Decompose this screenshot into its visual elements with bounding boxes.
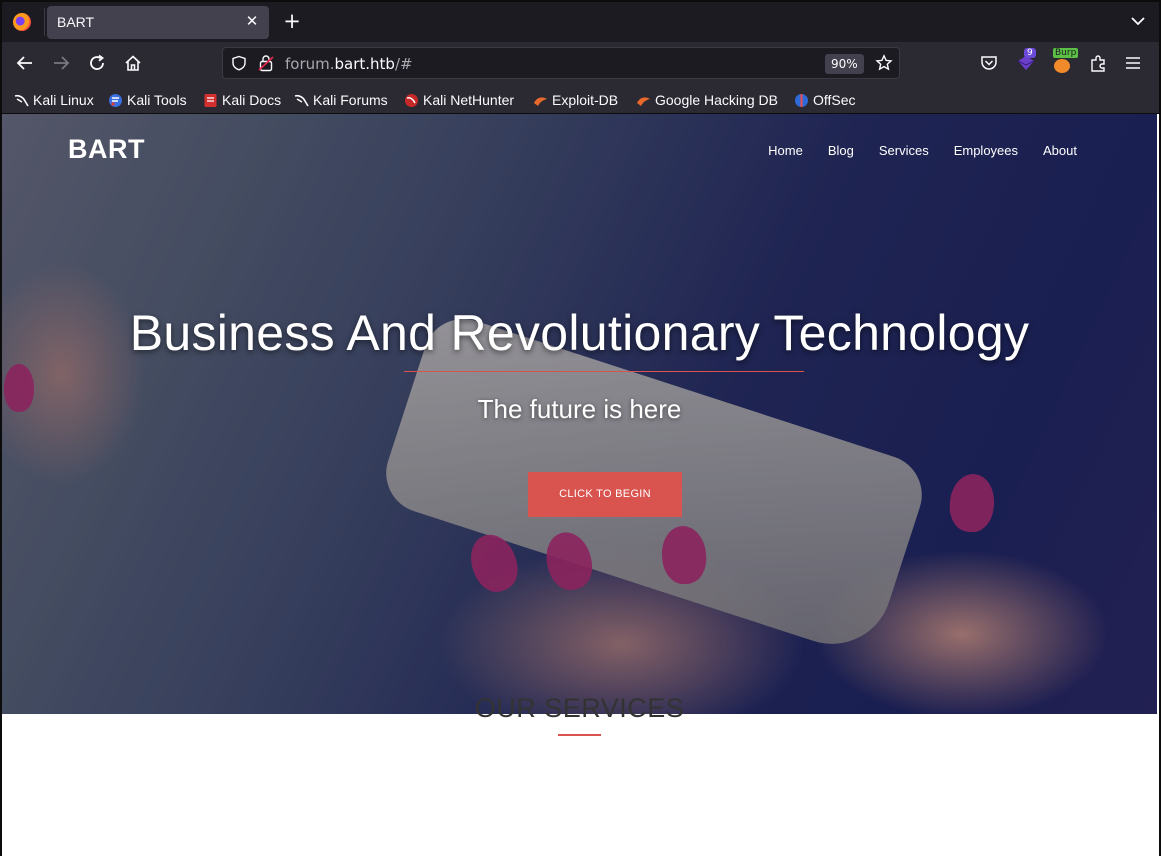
firefox-logo-icon <box>13 13 31 31</box>
browser-window: BART ✕ + forum.bart.htb/# 90% 9 Burp Kal… <box>0 0 1161 856</box>
kali-dragon-icon <box>14 94 29 106</box>
bookmark-kali-forums[interactable]: Kali Forums <box>294 90 388 110</box>
bookmark-exploit-db[interactable]: Exploit-DB <box>533 90 618 110</box>
extensions-puzzle-icon[interactable] <box>1089 54 1107 72</box>
bookmark-label: Kali Linux <box>33 92 94 108</box>
hero-title: Business And Revolutionary Technology <box>129 305 1030 361</box>
hero-subtitle: The future is here <box>477 394 682 424</box>
list-all-tabs-chevron-icon[interactable] <box>1129 12 1147 30</box>
click-to-begin-button[interactable]: CLICK TO BEGIN <box>528 472 682 517</box>
bookmark-label: Kali Tools <box>127 92 187 108</box>
address-bar[interactable]: forum.bart.htb/# 90% <box>222 47 900 79</box>
extension-badge: 9 <box>1024 48 1036 58</box>
bookmarks-toolbar: Kali Linux Kali Tools Kali Docs Kali For… <box>2 84 1159 114</box>
kali-nethunter-icon <box>405 93 418 107</box>
services-heading: OUR SERVICES <box>474 693 685 723</box>
url-domain: bart.htb <box>334 55 395 73</box>
tab-strip: BART ✕ + <box>2 2 1159 42</box>
tab-close-icon[interactable]: ✕ <box>243 12 261 30</box>
bookmark-star-icon[interactable] <box>875 54 893 72</box>
kali-docs-icon <box>204 93 217 107</box>
extension-icon[interactable]: 9 <box>1016 48 1036 73</box>
web-page: BART Home Blog Services Employees About … <box>2 114 1159 856</box>
kali-forums-icon <box>294 94 309 106</box>
back-arrow-icon[interactable] <box>13 51 37 75</box>
burp-extension-icon[interactable]: Burp <box>1052 48 1079 73</box>
forward-arrow-icon[interactable] <box>49 51 73 75</box>
hamburger-menu-icon[interactable] <box>1125 55 1141 71</box>
site-brand-logo[interactable]: BART <box>68 134 145 165</box>
bookmark-label: Google Hacking DB <box>655 92 778 108</box>
offsec-icon <box>795 93 808 107</box>
hero-section: BART Home Blog Services Employees About … <box>2 114 1157 714</box>
new-tab-plus-icon[interactable]: + <box>281 10 303 32</box>
burp-badge: Burp <box>1053 48 1079 58</box>
nav-link-home[interactable]: Home <box>768 143 803 158</box>
bookmark-kali-linux[interactable]: Kali Linux <box>14 90 94 110</box>
tab-separator <box>44 8 45 36</box>
pocket-icon[interactable] <box>980 55 998 72</box>
hero-divider <box>404 371 804 372</box>
bookmark-label: Kali NetHunter <box>423 92 515 108</box>
ghdb-icon <box>637 96 650 106</box>
bookmark-kali-tools[interactable]: Kali Tools <box>108 90 187 110</box>
tracking-shield-icon[interactable] <box>231 55 247 71</box>
insecure-lock-icon[interactable] <box>258 54 274 72</box>
home-icon[interactable] <box>121 51 145 75</box>
tab-title: BART <box>57 14 95 30</box>
bookmark-kali-docs[interactable]: Kali Docs <box>203 90 281 110</box>
nav-link-employees[interactable]: Employees <box>954 143 1018 158</box>
navigation-toolbar: forum.bart.htb/# 90% 9 Burp <box>2 42 1159 84</box>
url-text[interactable]: forum.bart.htb/# <box>285 55 413 73</box>
url-subdomain: forum. <box>285 55 335 73</box>
url-path: /# <box>394 55 413 73</box>
exploit-db-icon <box>534 96 547 106</box>
reload-icon[interactable] <box>85 51 109 75</box>
nav-link-services[interactable]: Services <box>879 143 929 158</box>
site-nav-menu: Home Blog Services Employees About <box>768 143 1077 158</box>
bookmark-offsec[interactable]: OffSec <box>794 90 856 110</box>
services-divider <box>558 734 601 736</box>
bookmark-kali-nethunter[interactable]: Kali NetHunter <box>404 90 514 110</box>
nav-link-blog[interactable]: Blog <box>828 143 854 158</box>
zoom-level-badge[interactable]: 90% <box>825 54 864 74</box>
tab-active[interactable]: BART ✕ <box>47 6 269 39</box>
bookmark-label: Kali Docs <box>222 92 282 108</box>
bookmark-label: Kali Forums <box>313 92 388 108</box>
bookmark-google-hacking-db[interactable]: Google Hacking DB <box>636 90 778 110</box>
nav-link-about[interactable]: About <box>1043 143 1077 158</box>
bookmark-label: Exploit-DB <box>552 92 619 108</box>
bookmark-label: OffSec <box>813 92 856 108</box>
kali-tools-icon <box>109 93 122 107</box>
